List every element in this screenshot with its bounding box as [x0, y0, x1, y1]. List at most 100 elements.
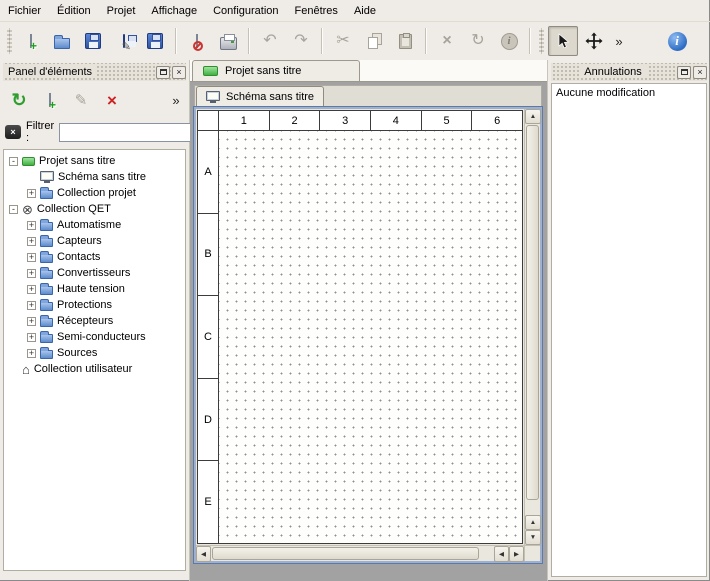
menu-edition[interactable]: Édition [49, 1, 99, 21]
toolbar-drag-handle[interactable] [7, 28, 12, 54]
save-icon [85, 33, 101, 49]
tree-item-protections[interactable]: + Protections [4, 297, 185, 313]
filter-input[interactable] [59, 123, 209, 142]
float-panel-button[interactable] [677, 66, 691, 79]
tree-item-project[interactable]: - Projet sans titre [4, 153, 185, 169]
close-document-button[interactable] [182, 26, 212, 56]
delete-button[interactable]: × [432, 26, 462, 56]
collapse-toggle-icon[interactable]: - [9, 157, 18, 166]
scroll-track[interactable] [525, 501, 540, 515]
tree-item-automatisme[interactable]: + Automatisme [4, 217, 185, 233]
tree-item-collection-qet[interactable]: - ⊗ Collection QET [4, 201, 185, 217]
menu-fenetres[interactable]: Fenêtres [287, 1, 346, 21]
rotate-icon: ↻ [471, 33, 484, 49]
folder-icon [40, 286, 53, 295]
plus-badge-icon: + [30, 40, 37, 52]
about-button[interactable]: i [662, 26, 692, 56]
undo-panel-header[interactable]: Annulations × [551, 63, 707, 81]
project-tab[interactable]: Projet sans titre [192, 60, 360, 81]
scroll-up-button-2[interactable]: ▲ [525, 515, 541, 530]
menu-aide[interactable]: Aide [346, 1, 384, 21]
diagram-view: 1 2 3 4 5 6 A B [194, 107, 542, 563]
float-panel-button[interactable] [156, 66, 170, 79]
close-panel-button[interactable]: × [693, 66, 707, 79]
scroll-track[interactable] [480, 546, 494, 561]
tree-item-contacts[interactable]: + Contacts [4, 249, 185, 265]
open-project-button[interactable] [47, 26, 77, 56]
tree-item-sources[interactable]: + Sources [4, 345, 185, 361]
copy-button[interactable] [359, 26, 389, 56]
close-panel-button[interactable]: × [172, 66, 186, 79]
expand-toggle-icon[interactable]: + [27, 269, 36, 278]
scroll-left-button[interactable]: ◀ [196, 546, 211, 562]
toolbar-drag-handle[interactable] [539, 28, 544, 54]
tree-item-collection-utilisateur[interactable]: ⌂ Collection utilisateur [4, 361, 185, 377]
tree-item-convertisseurs[interactable]: + Convertisseurs [4, 265, 185, 281]
new-document-button[interactable]: + [16, 26, 46, 56]
main-toolbar: + ✎ ↶ ↷ ✂ [0, 22, 710, 60]
tree-item-recepteurs[interactable]: + Récepteurs [4, 313, 185, 329]
expand-toggle-icon[interactable]: + [27, 301, 36, 310]
arrow-down-icon: ▼ [530, 534, 536, 541]
undo-button[interactable]: ↶ [255, 26, 285, 56]
vertical-scroll-thumb[interactable] [526, 125, 539, 500]
reload-collections-button[interactable]: ↻ [5, 86, 33, 114]
close-icon: × [176, 68, 181, 77]
cut-button[interactable]: ✂ [328, 26, 358, 56]
new-element-button[interactable]: + [36, 86, 64, 114]
horizontal-scrollbar[interactable]: ◀ ◀ ▶ [196, 545, 524, 561]
select-tool-button[interactable] [548, 26, 578, 56]
rotate-button[interactable]: ↻ [463, 26, 493, 56]
tree-item-schema[interactable]: Schéma sans titre [4, 169, 185, 185]
toolbar-overflow-button[interactable]: » [610, 26, 628, 56]
expand-toggle-icon[interactable]: + [27, 221, 36, 230]
expand-toggle-icon[interactable]: + [27, 349, 36, 358]
clear-filter-button[interactable]: × [5, 125, 21, 139]
collapse-toggle-icon[interactable]: - [9, 205, 18, 214]
redo-button[interactable]: ↷ [286, 26, 316, 56]
panel-overflow-button[interactable]: » [168, 86, 184, 114]
arrow-up-icon: ▲ [530, 113, 536, 120]
elements-panel-header[interactable]: Panel d'éléments × [3, 63, 186, 81]
delete-element-button[interactable]: × [98, 86, 126, 114]
scroll-down-button[interactable]: ▼ [525, 530, 541, 545]
filter-row: × Filtrer : [0, 120, 189, 144]
diagram-tab[interactable]: Schéma sans titre [196, 86, 324, 107]
expand-toggle-icon[interactable]: + [27, 333, 36, 342]
diagram-grid-canvas[interactable] [219, 131, 522, 543]
tree-item-label: Automatisme [57, 219, 121, 231]
menu-affichage[interactable]: Affichage [143, 1, 205, 21]
expand-toggle-icon[interactable]: + [27, 285, 36, 294]
print-button[interactable] [213, 26, 243, 56]
header-corner [198, 111, 219, 130]
edit-element-button[interactable]: ✎ [67, 86, 95, 114]
expand-toggle-icon[interactable]: + [27, 253, 36, 262]
diagram-info-button[interactable]: i [494, 26, 524, 56]
horizontal-scroll-thumb[interactable] [212, 547, 479, 560]
scroll-up-button[interactable]: ▲ [525, 109, 541, 124]
expand-toggle-icon[interactable]: + [27, 317, 36, 326]
info-gray-icon: i [501, 33, 518, 50]
undo-history-list[interactable]: Aucune modification [551, 83, 707, 577]
save-button[interactable] [78, 26, 108, 56]
tree-item-semi-conducteurs[interactable]: + Semi-conducteurs [4, 329, 185, 345]
tree-item-capteurs[interactable]: + Capteurs [4, 233, 185, 249]
scroll-left-button-2[interactable]: ◀ [494, 546, 509, 562]
vertical-scrollbar[interactable]: ▲ ▲ ▼ [524, 109, 540, 545]
scrollbar-corner [524, 545, 540, 561]
tree-item-collection-projet[interactable]: + Collection projet [4, 185, 185, 201]
expand-toggle-icon[interactable]: + [27, 189, 36, 198]
expand-toggle-icon[interactable]: + [27, 237, 36, 246]
tree-item-haute-tension[interactable]: + Haute tension [4, 281, 185, 297]
scroll-right-button[interactable]: ▶ [509, 546, 524, 562]
menu-fichier[interactable]: Fichier [2, 1, 49, 21]
paste-button[interactable] [390, 26, 420, 56]
column-label: 1 [219, 111, 270, 130]
move-tool-button[interactable] [579, 26, 609, 56]
menu-configuration[interactable]: Configuration [205, 1, 286, 21]
save-all-button[interactable] [140, 26, 170, 56]
save-as-button[interactable]: ✎ [109, 26, 139, 56]
menu-projet[interactable]: Projet [99, 1, 144, 21]
column-header: 1 2 3 4 5 6 [198, 111, 522, 131]
expander-placeholder [27, 173, 36, 182]
